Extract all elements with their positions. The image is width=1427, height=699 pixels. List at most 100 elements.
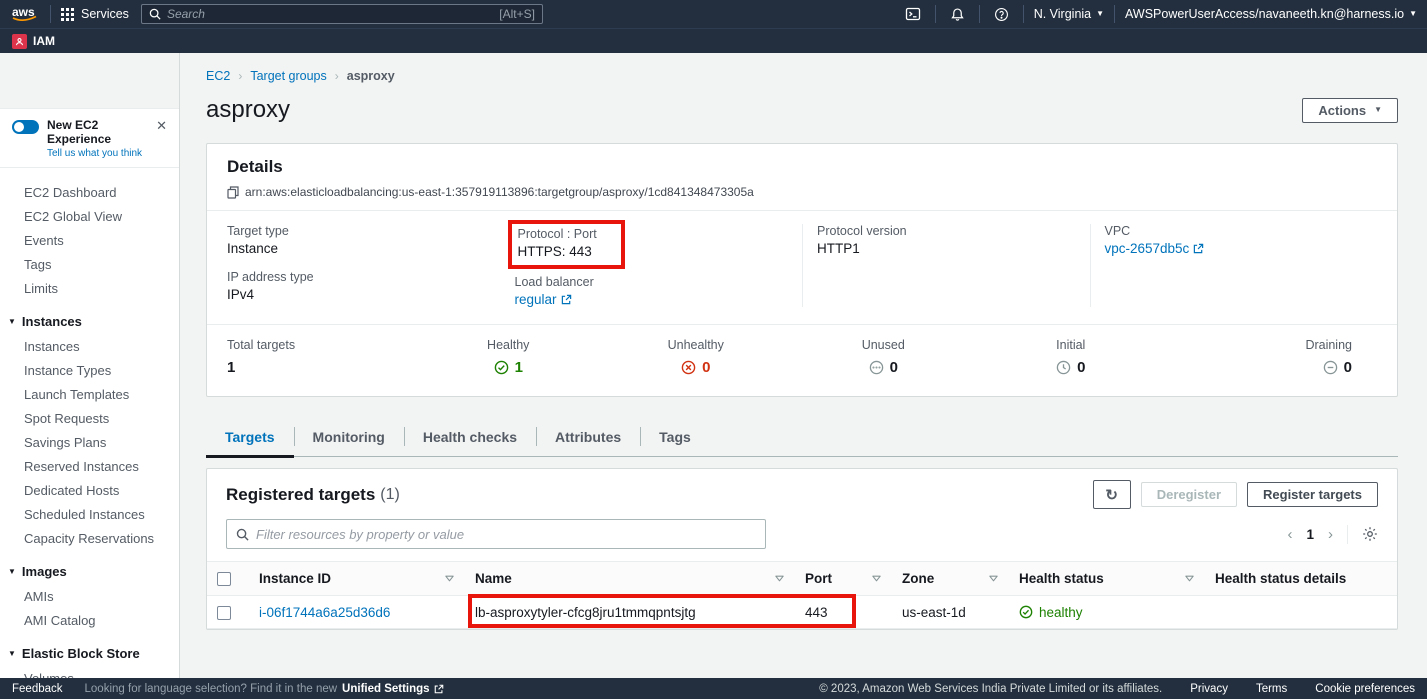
favorite-iam-label: IAM [33, 34, 55, 48]
unified-settings-link[interactable]: Unified Settings [342, 683, 444, 695]
sidebar-item-volumes[interactable]: Volumes [0, 666, 179, 678]
banner-feedback-link[interactable]: Tell us what you think [47, 148, 146, 159]
feedback-link[interactable]: Feedback [12, 683, 63, 695]
stat-draining: Draining 0 [1165, 338, 1353, 380]
account-label: AWSPowerUserAccess/navaneeth.kn@harness.… [1125, 7, 1404, 21]
registered-targets-header: Registered targets (1) ↻ Deregister Regi… [207, 469, 1397, 516]
details-column-4: VPC vpc-2657db5c [1090, 224, 1378, 307]
region-selector[interactable]: N. Virginia ▼ [1034, 7, 1104, 21]
sidebar-item-savings-plans[interactable]: Savings Plans [0, 430, 179, 454]
table-row: i-06f1744a6a25d36d6 lb-asproxytyler-cfcg… [207, 596, 1397, 628]
tab-attributes[interactable]: Attributes [536, 418, 640, 457]
sidebar-item-spot-requests[interactable]: Spot Requests [0, 406, 179, 430]
sidebar-item-dedicated-hosts[interactable]: Dedicated Hosts [0, 478, 179, 502]
instance-id-link[interactable]: i-06f1744a6a25d36d6 [259, 605, 390, 620]
column-header-name[interactable]: Name [465, 562, 795, 596]
region-label: N. Virginia [1034, 7, 1091, 21]
registered-targets-title: Registered targets [226, 485, 375, 505]
sidebar-item-ami-catalog[interactable]: AMI Catalog [0, 608, 179, 632]
column-header-health-status[interactable]: Health status [1009, 562, 1205, 596]
privacy-link[interactable]: Privacy [1190, 683, 1228, 695]
minus-circle-icon [1323, 360, 1338, 375]
account-menu[interactable]: AWSPowerUserAccess/navaneeth.kn@harness.… [1125, 7, 1417, 21]
tab-health-checks[interactable]: Health checks [404, 418, 536, 457]
topbar-right-cluster: N. Virginia ▼ AWSPowerUserAccess/navanee… [901, 5, 1417, 23]
sidebar-item-instances[interactable]: Instances [0, 334, 179, 358]
row-checkbox[interactable] [217, 606, 231, 620]
pagination-divider [1347, 525, 1348, 544]
sidebar-item-tags[interactable]: Tags [0, 252, 179, 276]
column-header-zone[interactable]: Zone [892, 562, 1009, 596]
topbar-divider [979, 5, 980, 23]
search-input[interactable] [167, 7, 493, 21]
details-panel: Details arn:aws:elasticloadbalancing:us-… [206, 143, 1398, 397]
load-balancer-link[interactable]: regular [515, 292, 572, 307]
main-layout: New EC2 Experience Tell us what you thin… [0, 53, 1427, 678]
deregister-button[interactable]: Deregister [1141, 482, 1237, 507]
tab-tags[interactable]: Tags [640, 418, 710, 457]
search-icon [236, 528, 249, 541]
aws-logo[interactable]: aws [10, 4, 40, 24]
sidebar-item-amis[interactable]: AMIs [0, 584, 179, 608]
tab-targets[interactable]: Targets [206, 418, 294, 457]
sidebar-item-limits[interactable]: Limits [0, 276, 179, 300]
sidebar-item-ec2-dashboard[interactable]: EC2 Dashboard [0, 180, 179, 204]
breadcrumb-target-groups[interactable]: Target groups [250, 69, 326, 83]
details-column-2: Protocol : Port HTTPS: 443 Load balancer… [515, 224, 803, 307]
filter-field[interactable] [226, 519, 766, 549]
filter-triangle-icon[interactable] [988, 573, 999, 584]
copy-icon[interactable] [227, 186, 239, 199]
help-icon[interactable] [990, 7, 1013, 22]
sidebar-menu: EC2 Dashboard EC2 Global View Events Tag… [0, 168, 179, 678]
search-icon [149, 8, 161, 20]
actions-button[interactable]: Actions ▼ [1302, 98, 1398, 123]
services-menu-button[interactable]: Services [61, 7, 129, 21]
breadcrumb-ec2[interactable]: EC2 [206, 69, 230, 83]
sidebar-item-scheduled-instances[interactable]: Scheduled Instances [0, 502, 179, 526]
terms-link[interactable]: Terms [1256, 683, 1287, 695]
details-heading: Details [227, 157, 1377, 177]
next-page-icon[interactable]: › [1328, 527, 1333, 542]
register-targets-button[interactable]: Register targets [1247, 482, 1378, 507]
sidebar-item-instance-types[interactable]: Instance Types [0, 358, 179, 382]
stat-unhealthy: Unhealthy 0 [602, 338, 790, 380]
tab-monitoring[interactable]: Monitoring [294, 418, 404, 457]
page-number[interactable]: 1 [1306, 527, 1314, 542]
sidebar-item-launch-templates[interactable]: Launch Templates [0, 382, 179, 406]
registered-targets-table: Instance ID Name [207, 561, 1397, 629]
filter-triangle-icon[interactable] [774, 573, 785, 584]
sidebar-section-instances[interactable]: ▼ Instances [0, 309, 179, 334]
filter-input[interactable] [256, 527, 756, 542]
refresh-button[interactable]: ↻ [1093, 480, 1131, 509]
column-header-port[interactable]: Port [795, 562, 892, 596]
sidebar-item-capacity-reservations[interactable]: Capacity Reservations [0, 526, 179, 550]
favorite-iam[interactable]: IAM [12, 34, 55, 49]
new-experience-toggle[interactable] [12, 120, 39, 134]
select-all-checkbox[interactable] [217, 572, 231, 586]
cookie-preferences-link[interactable]: Cookie preferences [1315, 683, 1415, 695]
filter-triangle-icon[interactable] [444, 573, 455, 584]
global-search[interactable]: [Alt+S] [141, 4, 543, 24]
topbar-divider [1023, 5, 1024, 23]
sidebar-section-elastic-block-store[interactable]: ▼ Elastic Block Store [0, 641, 179, 666]
services-label: Services [81, 7, 129, 21]
vpc-link[interactable]: vpc-2657db5c [1105, 241, 1205, 256]
filter-triangle-icon[interactable] [871, 573, 882, 584]
cloudshell-icon[interactable] [901, 6, 925, 22]
column-header-instance-id[interactable]: Instance ID [249, 562, 465, 596]
language-note: Looking for language selection? Find it … [85, 683, 444, 695]
notifications-bell-icon[interactable] [946, 7, 969, 22]
previous-page-icon[interactable]: ‹ [1287, 527, 1292, 542]
sidebar-item-events[interactable]: Events [0, 228, 179, 252]
check-circle-icon [494, 360, 509, 375]
close-icon[interactable]: ✕ [154, 118, 169, 159]
gear-icon[interactable] [1362, 526, 1378, 542]
select-all-header[interactable] [207, 562, 249, 596]
filter-triangle-icon[interactable] [1184, 573, 1195, 584]
sidebar-item-reserved-instances[interactable]: Reserved Instances [0, 454, 179, 478]
sidebar-item-ec2-global-view[interactable]: EC2 Global View [0, 204, 179, 228]
sidebar-section-images[interactable]: ▼ Images [0, 559, 179, 584]
page-content: EC2 › Target groups › asproxy asproxy Ac… [180, 53, 1427, 678]
chevron-down-icon: ▼ [1374, 106, 1382, 114]
instance-id-cell: i-06f1744a6a25d36d6 [249, 596, 465, 628]
